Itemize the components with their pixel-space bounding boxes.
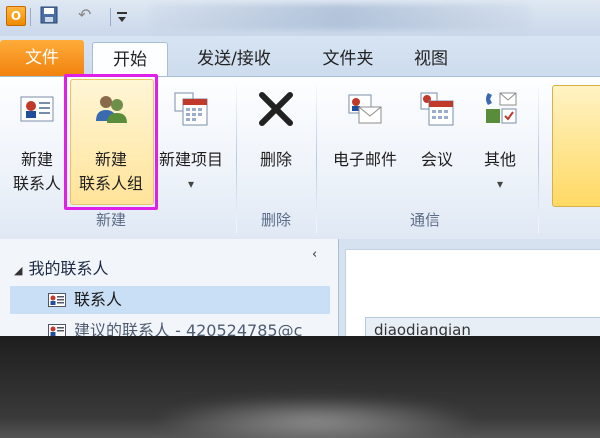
group-divider	[236, 85, 237, 233]
group-divider	[538, 85, 539, 233]
annotation-highlight-box	[64, 74, 158, 210]
group-label-new: 新建	[95, 211, 126, 229]
more-dropdown-arrow: ▾	[496, 177, 504, 191]
more-label: 其他	[483, 150, 516, 169]
next-group-button[interactable]	[552, 85, 600, 207]
content-pane: diaodiangian	[339, 239, 600, 343]
new-items-label: 新建项目	[158, 150, 223, 169]
group-label-delete: 删除	[260, 211, 291, 229]
my-contacts-label: 我的联系人	[28, 259, 109, 278]
delete-label: 删除	[259, 150, 292, 169]
toolbar-divider	[110, 8, 111, 26]
contacts-folder-label: 联系人	[74, 290, 123, 309]
new-items-icon	[171, 89, 211, 129]
email-button[interactable]: 电子邮件	[320, 83, 410, 203]
tab-folder[interactable]: 文件夹	[310, 42, 386, 76]
outlook-window: O ↶ 文件 开始 发送/接收 文件夹 视图 新建 联系人 新建 联系人组 新建…	[0, 0, 600, 438]
new-contact-icon	[17, 89, 57, 129]
expand-triangle-icon: ◢	[14, 264, 23, 277]
meeting-button[interactable]: 会议	[408, 83, 466, 203]
contact-card-icon	[48, 293, 66, 307]
delete-button[interactable]: 删除	[244, 83, 308, 203]
more-button[interactable]: 其他 ▾	[470, 83, 530, 203]
tab-send-receive[interactable]: 发送/接收	[186, 42, 282, 76]
new-contact-label-2: 联系人	[12, 174, 61, 193]
toolbar-divider	[30, 8, 31, 26]
email-label: 电子邮件	[332, 150, 397, 169]
title-bar-blur	[150, 4, 530, 30]
tab-file[interactable]: 文件	[0, 40, 84, 76]
group-divider	[316, 85, 317, 233]
collapse-icon[interactable]: ‹	[312, 247, 317, 262]
new-contact-label-1: 新建	[20, 150, 53, 169]
ribbon-tabs: 文件 开始 发送/接收 文件夹 视图	[0, 36, 600, 78]
more-icon	[480, 89, 520, 129]
tab-view[interactable]: 视图	[406, 42, 456, 76]
contacts-folder-item[interactable]: 联系人	[10, 286, 330, 314]
navigation-pane: ‹ ◢ 我的联系人 联系人 建议的联系人 - 420524785@c	[0, 239, 339, 340]
customize-icon[interactable]	[116, 10, 128, 24]
new-items-dropdown-arrow: ▾	[187, 177, 195, 191]
new-items-button[interactable]: 新建项目 ▾	[152, 83, 230, 203]
new-contact-button[interactable]: 新建 联系人	[4, 83, 70, 203]
delete-icon	[256, 89, 296, 129]
my-contacts-header[interactable]: ◢ 我的联系人	[14, 255, 108, 279]
group-label-communicate: 通信	[409, 211, 440, 229]
outlook-icon[interactable]: O	[6, 6, 26, 26]
undo-icon[interactable]: ↶	[78, 6, 96, 24]
tab-home[interactable]: 开始	[92, 42, 168, 78]
blurred-overlay	[0, 336, 600, 438]
blurred-glow	[150, 396, 480, 438]
email-icon	[345, 89, 385, 129]
save-icon[interactable]	[40, 6, 58, 24]
quick-access-toolbar: O ↶	[0, 0, 600, 36]
meeting-label: 会议	[420, 150, 453, 169]
meeting-icon	[417, 89, 457, 129]
